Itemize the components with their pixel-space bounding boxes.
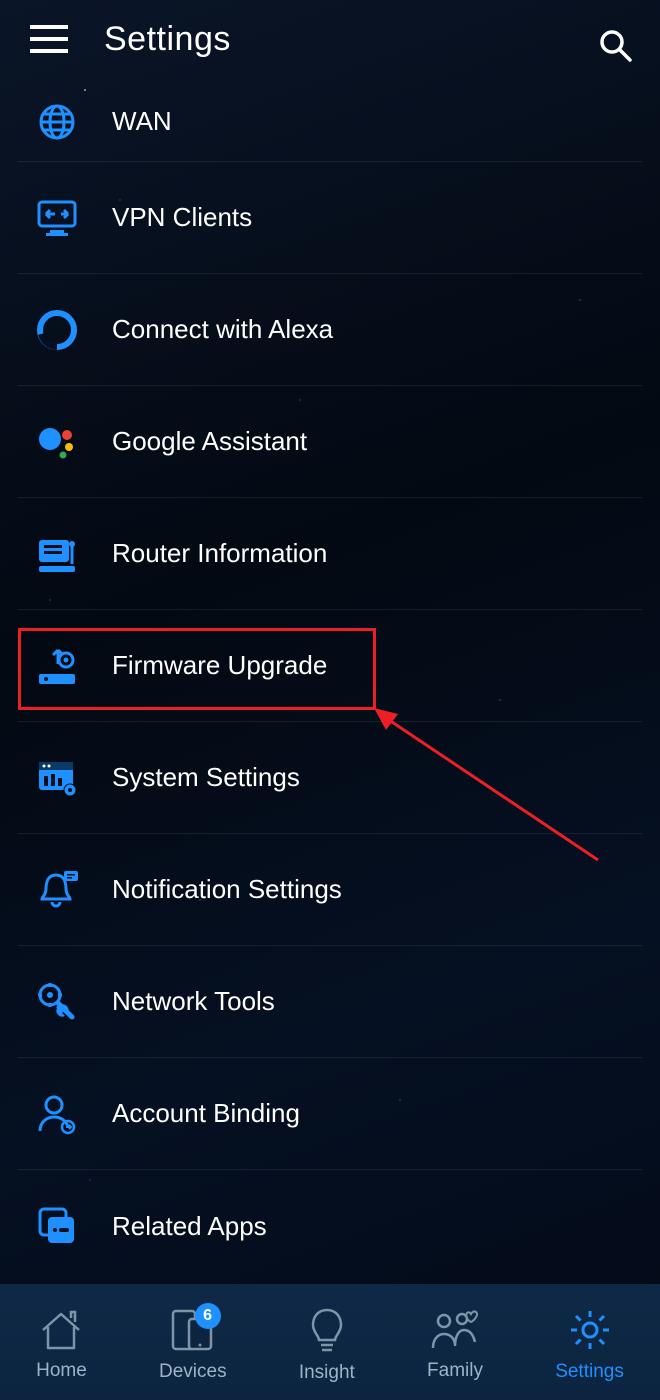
user-link-icon bbox=[32, 1093, 82, 1135]
system-settings-icon bbox=[32, 758, 82, 798]
settings-item-google-assistant[interactable]: Google Assistant bbox=[18, 386, 642, 498]
settings-item-label: Google Assistant bbox=[112, 426, 307, 457]
settings-list: WAN VPN Clients Connect with Alexa Googl… bbox=[0, 82, 660, 1282]
settings-item-label: Connect with Alexa bbox=[112, 314, 333, 345]
hamburger-icon bbox=[30, 25, 68, 53]
monitor-arrows-icon bbox=[32, 198, 82, 238]
settings-item-related-apps[interactable]: Related Apps bbox=[18, 1170, 642, 1282]
settings-item-label: Firmware Upgrade bbox=[112, 650, 327, 681]
tab-label: Home bbox=[36, 1360, 87, 1382]
google-assistant-icon bbox=[32, 422, 82, 462]
settings-item-label: Router Information bbox=[112, 538, 327, 569]
devices-badge: 6 bbox=[195, 1303, 221, 1329]
tab-bar: Home 6 Devices Insight Family bbox=[0, 1284, 660, 1400]
tab-label: Family bbox=[427, 1360, 483, 1382]
tab-settings[interactable]: Settings bbox=[555, 1307, 624, 1383]
tab-devices[interactable]: 6 Devices bbox=[159, 1307, 227, 1383]
tab-family[interactable]: Family bbox=[427, 1308, 483, 1382]
settings-item-label: System Settings bbox=[112, 762, 300, 793]
settings-item-account-binding[interactable]: Account Binding bbox=[18, 1058, 642, 1170]
settings-item-firmware-upgrade[interactable]: Firmware Upgrade bbox=[18, 610, 642, 722]
settings-item-router-info[interactable]: Router Information bbox=[18, 498, 642, 610]
settings-item-label: Network Tools bbox=[112, 986, 275, 1017]
alexa-icon bbox=[32, 310, 82, 350]
search-button[interactable] bbox=[598, 28, 632, 67]
settings-item-label: Account Binding bbox=[112, 1098, 300, 1129]
settings-item-label: Notification Settings bbox=[112, 874, 342, 905]
apps-stack-icon bbox=[32, 1205, 82, 1247]
tab-label: Settings bbox=[555, 1361, 624, 1383]
settings-item-system-settings[interactable]: System Settings bbox=[18, 722, 642, 834]
tab-label: Insight bbox=[299, 1362, 355, 1384]
settings-item-label: Related Apps bbox=[112, 1211, 267, 1242]
home-icon bbox=[37, 1308, 85, 1352]
router-info-icon bbox=[32, 534, 82, 574]
settings-item-label: WAN bbox=[112, 106, 172, 137]
settings-item-network-tools[interactable]: Network Tools bbox=[18, 946, 642, 1058]
settings-item-vpn[interactable]: VPN Clients bbox=[18, 162, 642, 274]
tab-label: Devices bbox=[159, 1361, 227, 1383]
settings-item-wan[interactable]: WAN bbox=[18, 82, 642, 162]
page-title: Settings bbox=[104, 20, 231, 59]
menu-button[interactable] bbox=[30, 25, 68, 53]
settings-item-label: VPN Clients bbox=[112, 202, 252, 233]
lightbulb-icon bbox=[307, 1306, 347, 1354]
globe-icon bbox=[32, 102, 82, 142]
settings-item-notification-settings[interactable]: Notification Settings bbox=[18, 834, 642, 946]
firmware-upgrade-icon bbox=[32, 646, 82, 686]
tab-home[interactable]: Home bbox=[36, 1308, 87, 1382]
gear-icon bbox=[567, 1307, 613, 1353]
header: Settings bbox=[0, 0, 660, 78]
family-icon bbox=[429, 1308, 481, 1352]
wrench-gear-icon bbox=[32, 981, 82, 1023]
bell-notification-icon bbox=[32, 869, 82, 911]
search-icon bbox=[598, 28, 632, 62]
settings-item-alexa[interactable]: Connect with Alexa bbox=[18, 274, 642, 386]
tab-insight[interactable]: Insight bbox=[299, 1306, 355, 1384]
